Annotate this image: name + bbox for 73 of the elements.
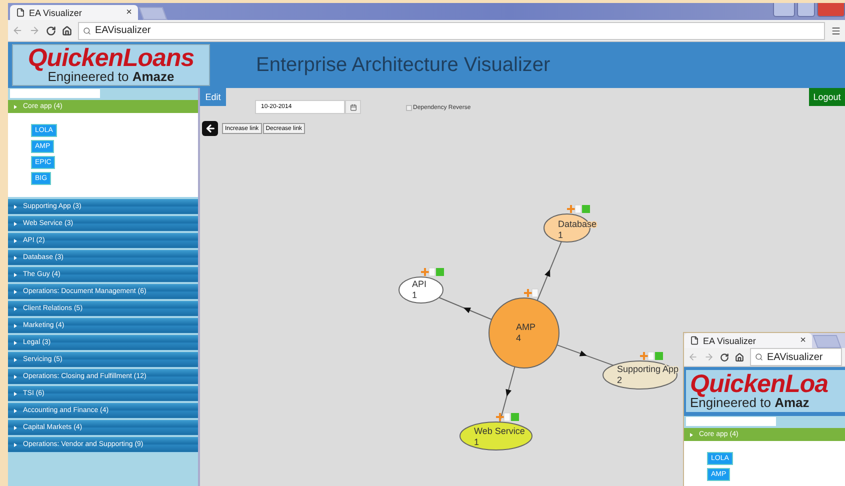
document-icon[interactable] — [648, 352, 654, 360]
caret-icon — [14, 222, 17, 226]
menu-icon[interactable] — [831, 26, 841, 36]
search-icon — [755, 353, 763, 361]
graph-node[interactable] — [398, 276, 444, 304]
caret-icon — [14, 204, 17, 208]
edit-button[interactable]: Edit — [200, 88, 226, 106]
browser-tab[interactable]: EA Visualizer × — [684, 333, 812, 348]
caret-icon — [14, 374, 17, 378]
browser-tab[interactable]: EA Visualizer × — [10, 5, 138, 20]
caret-icon — [14, 104, 17, 108]
caret-icon — [14, 426, 17, 430]
home-icon[interactable] — [735, 352, 744, 362]
logo-brand: QuickenLoa — [690, 372, 830, 396]
node-label: AMP — [516, 322, 536, 332]
logo-tagline: Engineered to Amaz — [690, 396, 810, 410]
forward-icon[interactable] — [704, 352, 714, 362]
document-icon[interactable] — [428, 268, 436, 276]
page-icon — [690, 336, 699, 345]
caret-icon — [14, 408, 17, 412]
caret-icon — [14, 256, 17, 260]
document-icon[interactable] — [574, 204, 582, 214]
calendar-button[interactable] — [345, 100, 361, 114]
node-count: 4 — [516, 333, 522, 343]
caret-icon — [14, 340, 17, 344]
caret-icon — [14, 290, 17, 294]
back-button[interactable] — [202, 121, 218, 136]
caret-icon — [14, 238, 17, 242]
search-icon — [83, 26, 91, 34]
node-count: 1 — [558, 230, 564, 240]
logo-brand: QuickenLoans — [28, 46, 194, 70]
graph-node[interactable] — [488, 298, 560, 368]
new-tab-button[interactable] — [138, 7, 168, 20]
page-icon — [16, 8, 25, 17]
document-icon[interactable] — [532, 288, 538, 298]
graph-node[interactable] — [460, 422, 532, 450]
caret-icon — [690, 432, 693, 436]
edge-arrow — [499, 366, 516, 423]
edge-arrow — [556, 344, 614, 366]
caret-icon — [14, 442, 17, 446]
back-icon[interactable] — [688, 352, 698, 362]
calendar-icon — [350, 104, 356, 110]
arrow-left-icon — [204, 123, 216, 134]
reload-icon[interactable] — [46, 26, 56, 36]
back-icon[interactable] — [12, 25, 23, 36]
tab-close[interactable]: × — [126, 7, 132, 18]
edge-arrow — [438, 297, 492, 320]
node-label: Web Service — [474, 426, 525, 436]
node-label: API — [412, 279, 427, 289]
reload-icon[interactable] — [720, 352, 729, 362]
logo-tagline: Engineered to Amaze — [48, 70, 174, 84]
page-title: Enterprise Architecture Visualizer — [256, 54, 550, 76]
node-count: 1 — [474, 437, 480, 447]
graph-node[interactable] — [602, 360, 678, 390]
caret-icon — [14, 358, 17, 362]
forward-icon[interactable] — [29, 25, 40, 36]
logout-button[interactable]: Logout — [809, 88, 845, 106]
address-field[interactable]: EAVisualizer — [750, 348, 842, 366]
caret-icon — [14, 324, 17, 328]
minimize-button[interactable] — [773, 3, 795, 17]
caret-icon — [14, 306, 17, 310]
node-count: 2 — [617, 375, 622, 385]
tab-close[interactable]: × — [800, 335, 806, 346]
maximize-button[interactable] — [797, 3, 815, 17]
search-field[interactable] — [686, 417, 776, 426]
address-field[interactable]: EAVisualizer — [78, 22, 825, 40]
edge-arrow — [536, 241, 562, 302]
node-count: 1 — [412, 290, 418, 300]
home-icon[interactable] — [62, 26, 72, 36]
caret-icon — [14, 272, 17, 276]
search-field[interactable] — [10, 89, 100, 98]
new-tab-button[interactable] — [812, 335, 842, 348]
caret-icon — [14, 392, 17, 396]
